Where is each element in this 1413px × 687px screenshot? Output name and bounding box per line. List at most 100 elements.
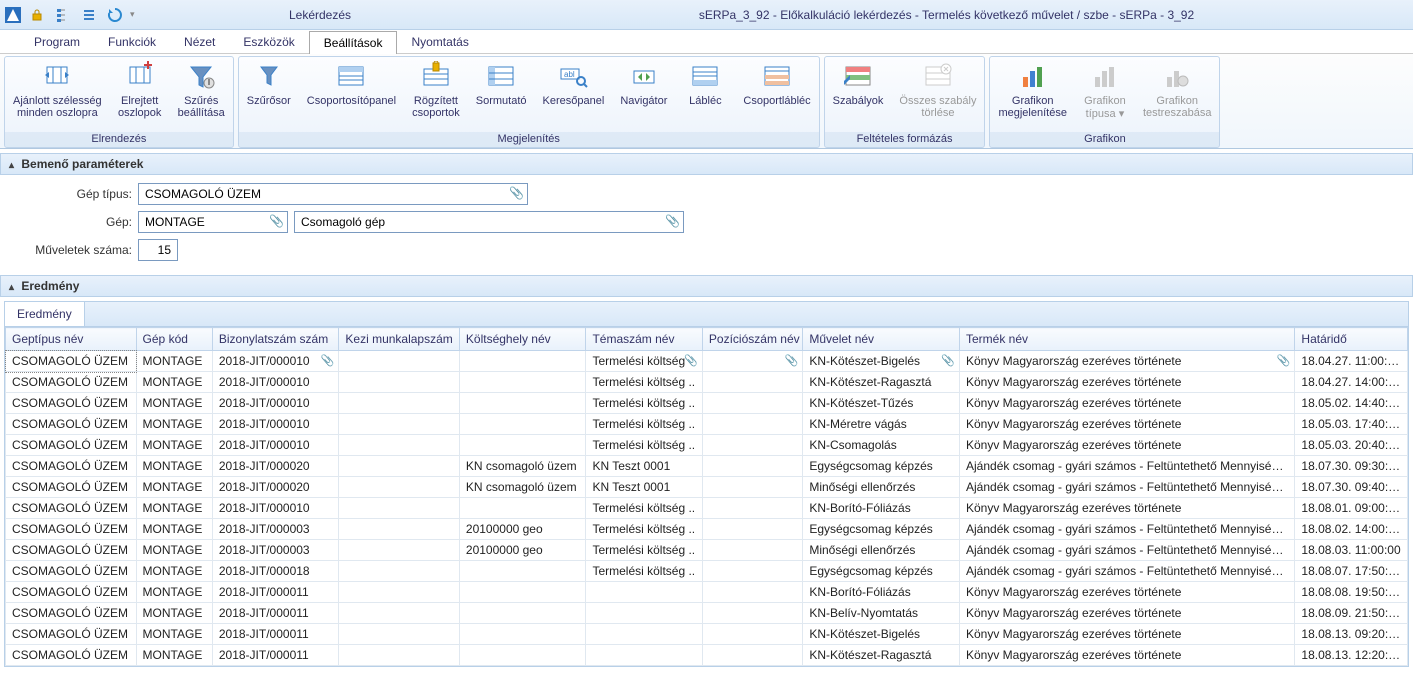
cell-termek[interactable]: Ajándék csomag - gyári számos - Feltünte… [960,519,1295,540]
menu-eszközök[interactable]: Eszközök [229,30,308,53]
cell-tema[interactable]: Termelési költség .. [586,372,702,393]
table-row[interactable]: CSOMAGOLÓ ÜZEMMONTAGE2018-JIT/000010Term… [6,372,1408,393]
cell-poz[interactable] [702,477,802,498]
cell-koltseg[interactable] [459,414,586,435]
cell-termek[interactable]: Könyv Magyarország ezeréves története [960,498,1295,519]
cell-muvelet[interactable]: KN-Borító-Fóliázás [803,582,960,603]
cell-biz[interactable]: 2018-JIT/000010 [212,372,339,393]
col-header-muvelet[interactable]: Művelet név [803,328,960,351]
cell-muvelet[interactable]: KN-Kötészet-Ragasztá [803,645,960,666]
cell-tema[interactable]: KN Teszt 0001 [586,477,702,498]
cell-gepkod[interactable]: MONTAGE [136,624,212,645]
cell-biz[interactable]: 2018-JIT/000011 [212,603,339,624]
cell-muvelet[interactable]: Minőségi ellenőrzés [803,477,960,498]
cell-biz[interactable]: 2018-JIT/000020 [212,456,339,477]
cell-kezi[interactable] [339,477,460,498]
ribbon-footer[interactable]: Lábléc [675,57,735,111]
cell-geptipus[interactable]: CSOMAGOLÓ ÜZEM [6,624,137,645]
lock-icon[interactable] [26,4,48,26]
table-row[interactable]: CSOMAGOLÓ ÜZEMMONTAGE2018-JIT/000010Term… [6,435,1408,456]
results-grid[interactable]: Geptípus névGép kódBizonylatszám számKez… [5,327,1408,666]
cell-muvelet[interactable]: Egységcsomag képzés [803,456,960,477]
cell-tema[interactable] [586,582,702,603]
col-header-termek[interactable]: Termék név [960,328,1295,351]
ribbon-filter-set[interactable]: Szűrésbeállítása [170,57,233,123]
cell-gepkod[interactable]: MONTAGE [136,393,212,414]
ribbon-hidden-cols[interactable]: Elrejtettoszlopok [110,57,170,123]
cell-biz[interactable]: 2018-JIT/000010 [212,498,339,519]
cell-tema[interactable]: KN Teszt 0001 [586,456,702,477]
menu-nyomtatás[interactable]: Nyomtatás [397,30,482,53]
cell-tema[interactable]: Termelési költség .. [586,561,702,582]
table-row[interactable]: CSOMAGOLÓ ÜZEMMONTAGE2018-JIT/0000032010… [6,540,1408,561]
attachment-icon[interactable]: 📎 [321,354,335,367]
cell-kezi[interactable] [339,645,460,666]
cell-hatarido[interactable]: 18.08.02. 14:00:00 [1295,519,1408,540]
cell-gepkod[interactable]: MONTAGE [136,540,212,561]
cell-poz[interactable] [702,393,802,414]
tab-eredmeny[interactable]: Eredmény [5,302,85,326]
cell-muvelet[interactable]: KN-Borító-Fóliázás [803,498,960,519]
cell-poz[interactable] [702,435,802,456]
cell-gepkod[interactable]: MONTAGE [136,582,212,603]
cell-geptipus[interactable]: CSOMAGOLÓ ÜZEM [6,561,137,582]
cell-poz[interactable] [702,372,802,393]
cell-termek[interactable]: Könyv Magyarország ezeréves története [960,393,1295,414]
cell-poz[interactable] [702,603,802,624]
cell-geptipus[interactable]: CSOMAGOLÓ ÜZEM [6,477,137,498]
cell-tema[interactable] [586,603,702,624]
cell-muvelet[interactable]: KN-Kötészet-Ragasztá [803,372,960,393]
col-header-hatarido[interactable]: Határidő [1295,328,1408,351]
cell-termek[interactable]: Könyv Magyarország ezeréves története [960,645,1295,666]
cell-gepkod[interactable]: MONTAGE [136,456,212,477]
cell-kezi[interactable] [339,582,460,603]
cell-kezi[interactable] [339,435,460,456]
cell-termek[interactable]: Ajándék csomag - gyári számos - Feltünte… [960,456,1295,477]
cell-poz[interactable] [702,624,802,645]
cell-geptipus[interactable]: CSOMAGOLÓ ÜZEM [6,456,137,477]
cell-koltseg[interactable] [459,624,586,645]
cell-tema[interactable]: Termelési költség .. [586,414,702,435]
cell-hatarido[interactable]: 18.08.03. 11:00:00 [1295,540,1408,561]
cell-biz[interactable]: 2018-JIT/000011 [212,582,339,603]
menu-funkciók[interactable]: Funkciók [94,30,170,53]
cell-kezi[interactable] [339,624,460,645]
cell-geptipus[interactable]: CSOMAGOLÓ ÜZEM [6,645,137,666]
table-row[interactable]: CSOMAGOLÓ ÜZEMMONTAGE2018-JIT/000010Term… [6,498,1408,519]
table-row[interactable]: CSOMAGOLÓ ÜZEMMONTAGE2018-JIT/000010Term… [6,414,1408,435]
table-row[interactable]: CSOMAGOLÓ ÜZEMMONTAGE2018-JIT/000011 KN-B… [6,582,1408,603]
menu-nézet[interactable]: Nézet [170,30,229,53]
cell-poz[interactable] [702,582,802,603]
attachment-icon[interactable]: 📎 [665,214,680,228]
cell-koltseg[interactable] [459,603,586,624]
cell-geptipus[interactable]: CSOMAGOLÓ ÜZEM [6,372,137,393]
cell-gepkod[interactable]: MONTAGE [136,477,212,498]
cell-biz[interactable]: 2018-JIT/000018 [212,561,339,582]
cell-geptipus[interactable]: CSOMAGOLÓ ÜZEM [6,351,137,372]
cell-hatarido[interactable]: 18.07.30. 09:30:00 [1295,456,1408,477]
table-row[interactable]: CSOMAGOLÓ ÜZEMMONTAGE2018-JIT/000011KN-B… [6,603,1408,624]
cell-koltseg[interactable] [459,498,586,519]
cell-termek[interactable]: Ajándék csomag - gyári számos - Feltünte… [960,561,1295,582]
ribbon-width-all[interactable]: Ajánlott szélességminden oszlopra [5,57,110,123]
cell-gepkod[interactable]: MONTAGE [136,561,212,582]
cell-termek[interactable]: Ajándék csomag - gyári számos - Feltünte… [960,540,1295,561]
cell-biz[interactable]: 2018-JIT/000010 [212,414,339,435]
cell-muvelet[interactable]: Minőségi ellenőrzés [803,540,960,561]
table-row[interactable]: CSOMAGOLÓ ÜZEMMONTAGE2018-JIT/000011KN-K… [6,624,1408,645]
attachment-icon[interactable]: 📎 [509,186,524,200]
col-header-gepkod[interactable]: Gép kód [136,328,212,351]
table-row[interactable]: CSOMAGOLÓ ÜZEMMONTAGE2018-JIT/000010📎Ter… [6,351,1408,372]
cell-hatarido[interactable]: 18.08.01. 09:00:00 [1295,498,1408,519]
cell-hatarido[interactable]: 18.04.27. 14:00:00 [1295,372,1408,393]
cell-muvelet[interactable]: KN-Kötészet-Tűzés [803,393,960,414]
cell-geptipus[interactable]: CSOMAGOLÓ ÜZEM [6,582,137,603]
cell-kezi[interactable] [339,372,460,393]
table-row[interactable]: CSOMAGOLÓ ÜZEMMONTAGE2018-JIT/000011KN-K… [6,645,1408,666]
cell-gepkod[interactable]: MONTAGE [136,519,212,540]
cell-koltseg[interactable] [459,372,586,393]
ribbon-group-panel[interactable]: Csoportosítópanel [299,57,404,111]
input-gep[interactable] [138,211,288,233]
cell-biz[interactable]: 2018-JIT/000010 [212,393,339,414]
attachment-icon[interactable]: 📎 [269,214,284,228]
